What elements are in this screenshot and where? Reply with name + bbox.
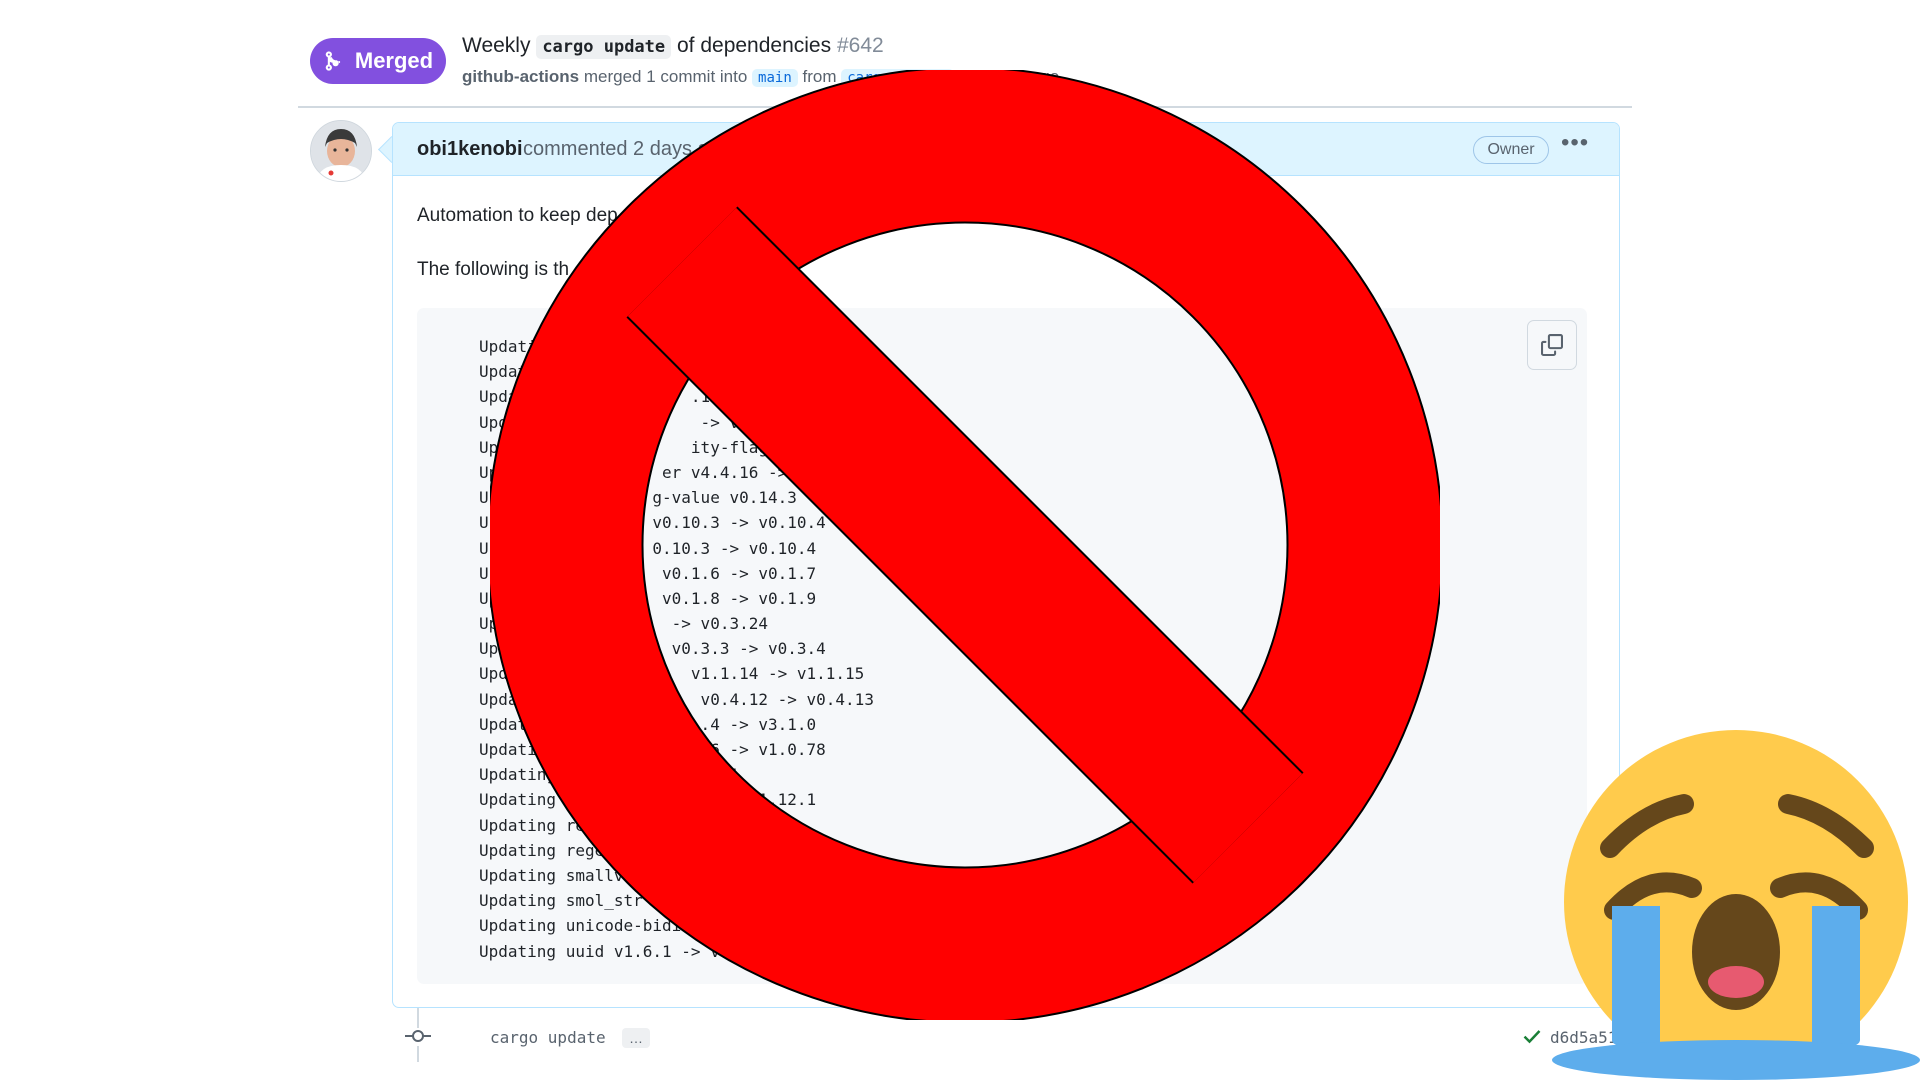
git-commit-icon [405, 1030, 431, 1042]
copy-code-button[interactable] [1527, 320, 1577, 370]
more-options-button[interactable]: ••• [1561, 129, 1589, 157]
commit-message-link[interactable]: cargo update [490, 1028, 606, 1047]
avatar[interactable] [310, 120, 372, 182]
pr-title-prefix: Weekly [462, 34, 531, 57]
merged-label: Merged [354, 48, 434, 73]
owner-badge: Owner [1473, 136, 1549, 164]
prohibited-icon [490, 70, 1440, 1020]
pr-title: Weekly cargo update of dependencies #642 [462, 34, 884, 59]
commit-expand-button[interactable]: … [622, 1028, 650, 1048]
loudly-crying-face-icon [1552, 730, 1920, 1080]
git-merge-icon [325, 51, 341, 71]
pr-number: #642 [836, 34, 884, 57]
timeline-connector [417, 1008, 419, 1028]
pr-title-code: cargo update [536, 35, 672, 59]
timeline-connector [417, 1046, 419, 1062]
check-icon[interactable] [1522, 1026, 1542, 1046]
copy-icon [1541, 334, 1563, 356]
pr-title-suffix: of dependencies [676, 34, 832, 57]
merged-status-badge: Merged [310, 38, 446, 84]
